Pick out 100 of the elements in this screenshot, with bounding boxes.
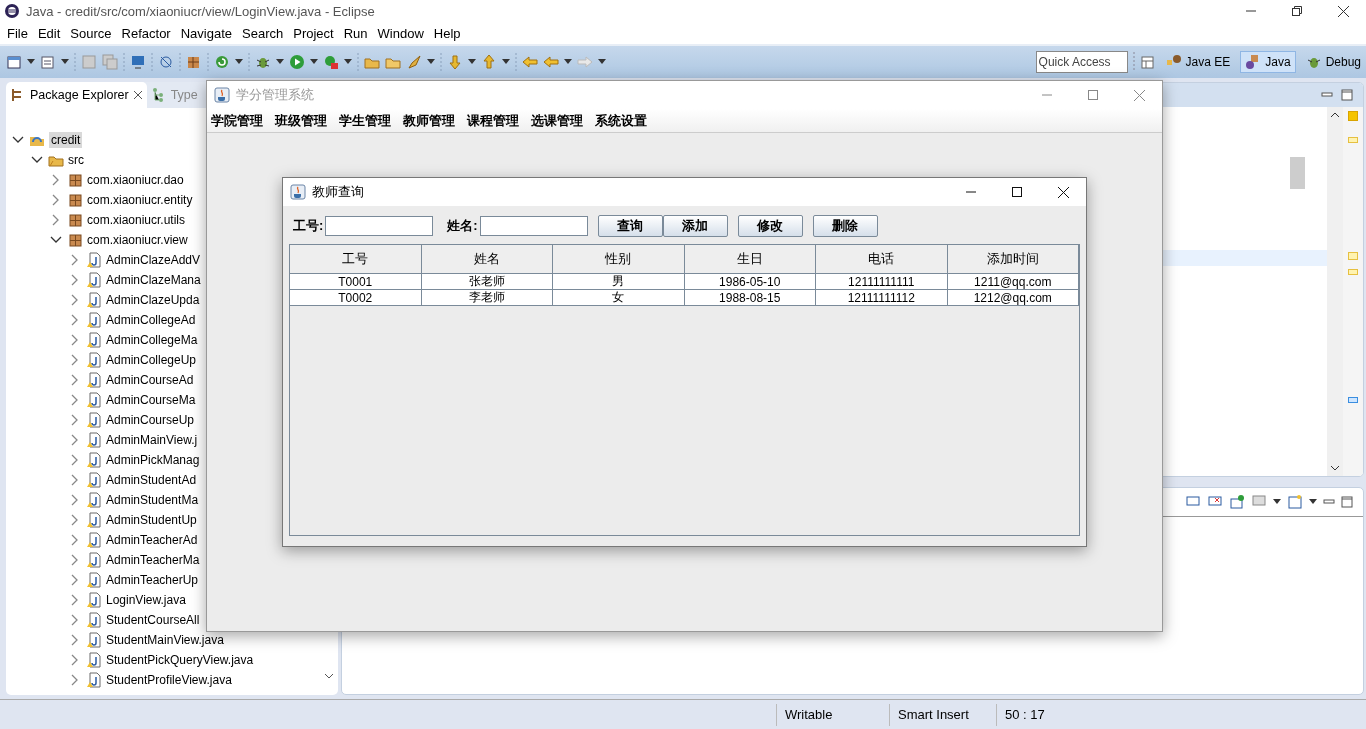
collapse-chevron-icon[interactable] xyxy=(30,156,44,164)
restore-icon[interactable] xyxy=(1292,6,1302,16)
brush-icon[interactable] xyxy=(406,54,422,70)
tree-item[interactable]: AdminCourseAd xyxy=(106,372,194,388)
menu-item[interactable]: 班级管理 xyxy=(275,111,327,130)
search-button[interactable]: 查询 xyxy=(597,215,663,237)
tree-item[interactable]: AdminMainView.j xyxy=(106,432,198,448)
task-marker[interactable] xyxy=(1348,397,1358,403)
menu-item[interactable]: Refactor xyxy=(116,25,176,41)
tree-item[interactable]: credit xyxy=(49,132,83,148)
column-header[interactable]: 性别 xyxy=(553,245,685,274)
properties-icon[interactable] xyxy=(40,54,56,70)
column-header[interactable]: 姓名 xyxy=(421,245,553,274)
maximize-icon[interactable] xyxy=(1012,187,1022,197)
menu-item[interactable]: Help xyxy=(428,25,466,41)
tree-item[interactable]: AdminCollegeAd xyxy=(106,312,196,328)
action-button[interactable]: 修改 xyxy=(737,215,803,237)
column-header[interactable]: 生日 xyxy=(684,245,816,274)
tree-item[interactable]: AdminTeacherAd xyxy=(106,532,198,548)
text-field[interactable] xyxy=(325,216,434,236)
warning-marker[interactable] xyxy=(1348,269,1358,275)
menu-item[interactable]: 系统设置 xyxy=(595,111,647,130)
quick-access-field[interactable]: Quick Access xyxy=(1035,51,1128,73)
action-button[interactable]: 添加 xyxy=(662,215,728,237)
warning-marker[interactable] xyxy=(1348,137,1358,143)
warning-summary-marker[interactable] xyxy=(1348,111,1358,121)
menu-item[interactable]: Edit xyxy=(32,25,66,41)
caret-icon xyxy=(310,59,318,65)
run-config-icon[interactable] xyxy=(323,54,339,70)
perspective-button[interactable]: Debug xyxy=(1300,51,1366,73)
menu-item[interactable]: 学生管理 xyxy=(339,111,391,130)
column-header[interactable]: 电话 xyxy=(816,245,948,274)
tree-item[interactable]: StudentPickQueryView.java xyxy=(106,652,254,668)
tree-item[interactable]: AdminCollegeUp xyxy=(106,352,197,368)
tree-item[interactable]: AdminPickManag xyxy=(106,452,200,468)
tree-item[interactable]: AdminStudentAd xyxy=(106,472,197,488)
down-arrow-icon[interactable] xyxy=(447,54,463,70)
text-field[interactable] xyxy=(479,216,588,236)
close-icon[interactable] xyxy=(1057,186,1069,198)
menu-item[interactable]: 选课管理 xyxy=(531,111,583,130)
package-icon xyxy=(67,232,83,248)
action-button[interactable]: 删除 xyxy=(812,215,878,237)
tree-item[interactable]: AdminTeacherUp xyxy=(106,572,199,588)
tree-item[interactable]: AdminCourseMa xyxy=(106,392,196,408)
warning-marker[interactable] xyxy=(1348,252,1358,260)
tree-item[interactable]: AdminCollegeMa xyxy=(106,332,198,348)
column-header[interactable]: 添加时间 xyxy=(947,245,1079,274)
package-icon xyxy=(67,212,83,228)
collapse-chevron-icon[interactable] xyxy=(11,136,25,144)
menu-item[interactable]: 课程管理 xyxy=(467,111,519,130)
menu-item[interactable]: Run xyxy=(338,25,373,41)
caret-icon xyxy=(235,59,243,65)
tree-item[interactable]: AdminClazeMana xyxy=(106,272,201,288)
play-icon[interactable] xyxy=(289,54,305,70)
perspective-button[interactable]: Java EE xyxy=(1160,51,1236,73)
column-header[interactable]: 工号 xyxy=(290,245,422,274)
tree-item[interactable]: AdminClazeUpda xyxy=(106,292,200,308)
link-icon[interactable] xyxy=(158,54,174,70)
tree-item[interactable]: LoginView.java xyxy=(106,592,186,608)
view-tab[interactable]: Package Explorer xyxy=(6,82,147,108)
scrollbar-thumb[interactable] xyxy=(1290,157,1305,189)
up-arrow-icon[interactable] xyxy=(481,54,497,70)
perspective-button[interactable]: Java xyxy=(1240,51,1296,73)
table-cell: 男 xyxy=(553,274,685,290)
table-cell: 张老师 xyxy=(421,274,553,290)
tree-item[interactable]: AdminStudentMa xyxy=(106,492,199,508)
open-perspective-icon[interactable] xyxy=(1139,54,1156,70)
tree-item[interactable]: com.xiaoniucr.dao xyxy=(87,172,184,188)
refresh-icon[interactable] xyxy=(214,54,230,70)
tree-item[interactable]: AdminTeacherMa xyxy=(106,552,200,568)
tree-item[interactable]: StudentCourseAll xyxy=(106,612,200,628)
table-cell: 1986-05-10 xyxy=(684,274,816,290)
vertical-scrollbar[interactable] xyxy=(1327,107,1343,476)
close-icon[interactable] xyxy=(132,90,143,100)
tree-item[interactable]: src xyxy=(68,152,84,168)
tree-item[interactable]: com.xiaoniucr.view xyxy=(87,232,188,248)
collapse-chevron-icon[interactable] xyxy=(49,236,63,244)
tree-item[interactable]: com.xiaoniucr.entity xyxy=(87,192,193,208)
menu-item[interactable]: 教师管理 xyxy=(403,111,455,130)
package-icon xyxy=(67,172,83,188)
back-arrow-icon[interactable] xyxy=(543,54,559,70)
tree-item[interactable]: StudentProfileView.java xyxy=(106,672,232,688)
new-icon[interactable] xyxy=(6,54,22,70)
menu-item[interactable]: Navigate xyxy=(175,25,237,41)
tree-item[interactable]: StudentMainView.java xyxy=(106,632,224,648)
monitor-icon[interactable] xyxy=(130,54,146,70)
menu-item[interactable]: Project xyxy=(288,25,339,41)
back-arrow-icon[interactable] xyxy=(522,54,538,70)
menu-item[interactable]: File xyxy=(2,25,33,41)
menu-item[interactable]: Window xyxy=(372,25,429,41)
menu-item[interactable]: Search xyxy=(237,25,289,41)
menu-item[interactable]: Source xyxy=(65,25,117,41)
tree-item[interactable]: com.xiaoniucr.utils xyxy=(87,212,186,228)
java-file-icon xyxy=(86,352,102,368)
tree-item[interactable]: AdminClazeAddV xyxy=(106,252,201,268)
grid-icon[interactable] xyxy=(186,54,202,70)
menu-item[interactable]: 学院管理 xyxy=(211,111,263,130)
tree-item[interactable]: AdminStudentUp xyxy=(106,512,197,528)
tree-item[interactable]: AdminCourseUp xyxy=(106,412,195,428)
close-icon[interactable] xyxy=(1337,5,1349,17)
